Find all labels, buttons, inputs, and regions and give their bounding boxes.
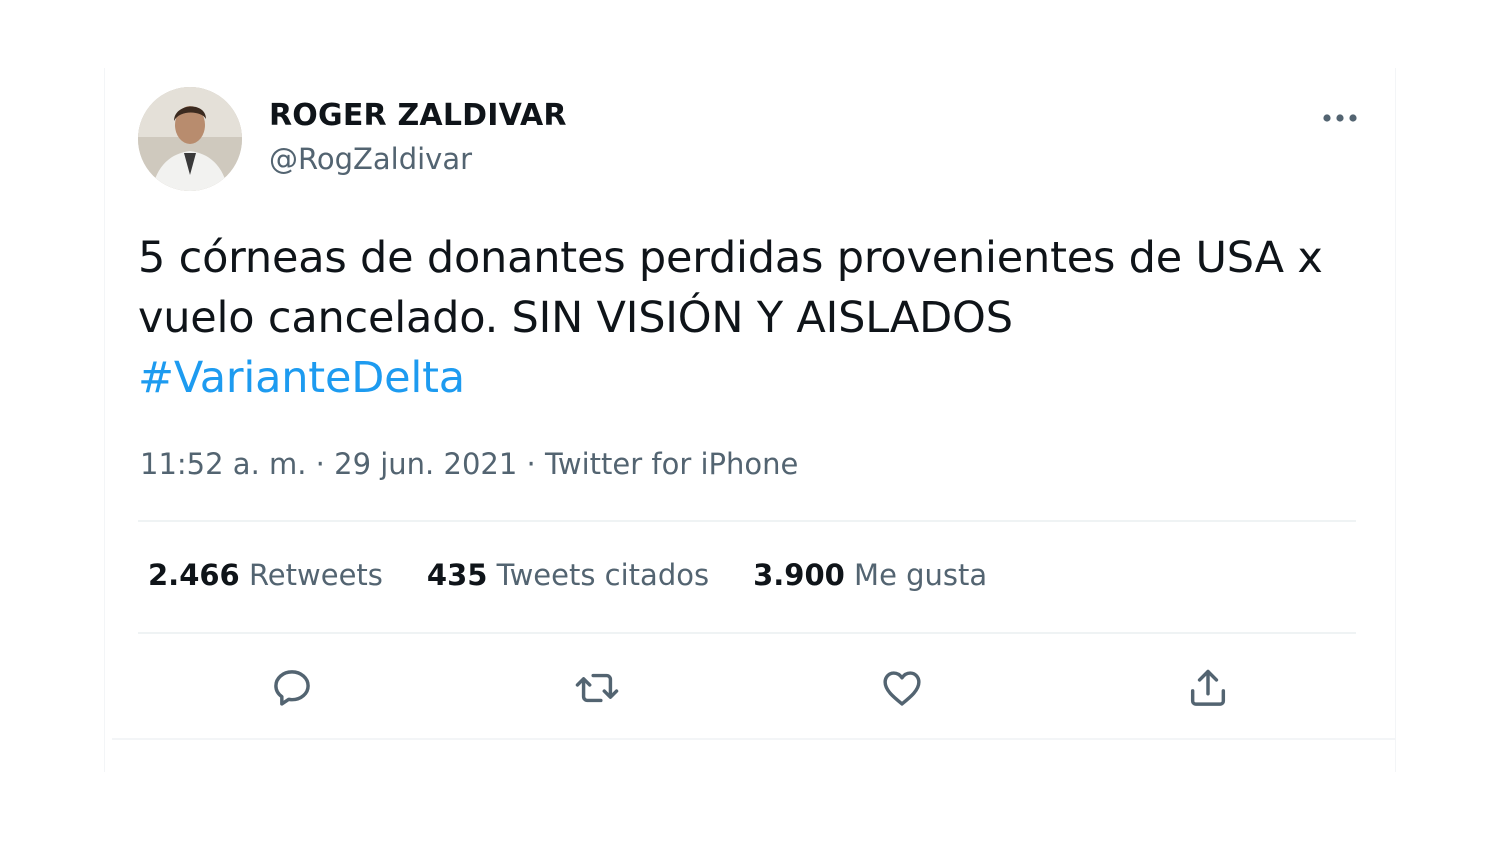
share-icon [1190, 669, 1226, 706]
like-icon [883, 671, 921, 706]
quote-tweets-label: Tweets citados [496, 558, 710, 592]
quote-tweets-count: 435 [426, 558, 488, 592]
divider [112, 738, 1396, 740]
engagement-stats: 2.466 Retweets 435 Tweets citados 3.900 … [148, 558, 987, 592]
retweet-icon [575, 673, 619, 703]
retweets-count: 2.466 [148, 558, 240, 592]
likes-label: Me gusta [854, 558, 988, 592]
reply-button[interactable] [264, 660, 320, 716]
divider [138, 632, 1356, 634]
tweet-source[interactable]: Twitter for iPhone [545, 447, 798, 481]
avatar-image [138, 87, 242, 191]
retweets-label: Retweets [248, 558, 383, 592]
likes-count: 3.900 [753, 558, 845, 592]
avatar[interactable] [138, 87, 242, 191]
like-button[interactable] [874, 660, 930, 716]
retweet-button[interactable] [569, 660, 625, 716]
more-options-button[interactable] [1316, 100, 1364, 136]
meta-separator: · [517, 447, 545, 481]
retweets-stat[interactable]: 2.466 Retweets [148, 558, 383, 592]
tweet-time[interactable]: 11:52 a. m. [140, 447, 306, 481]
author-name[interactable]: ROGER ZALDIVAR [269, 98, 567, 133]
more-icon [1323, 114, 1357, 122]
tweet-date[interactable]: 29 jun. 2021 [334, 447, 517, 481]
divider [138, 520, 1356, 522]
likes-stat[interactable]: 3.900 Me gusta [753, 558, 987, 592]
meta-separator: · [306, 447, 335, 481]
tweet-metadata: 11:52 a. m. · 29 jun. 2021 · Twitter for… [140, 447, 798, 481]
author-handle[interactable]: @RogZaldivar [269, 142, 472, 176]
tweet-text: 5 córneas de donantes perdidas provenien… [138, 233, 1323, 343]
hashtag-link[interactable]: #VarianteDelta [138, 348, 465, 408]
quote-tweets-stat[interactable]: 435 Tweets citados [427, 558, 709, 592]
share-button[interactable] [1180, 660, 1236, 716]
reply-icon [274, 670, 310, 706]
